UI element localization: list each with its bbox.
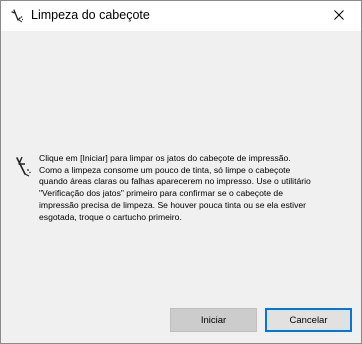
cancel-button[interactable]: Cancelar (265, 308, 352, 332)
dialog-content: Clique em [Iniciar] para limpar os jatos… (1, 31, 361, 343)
start-button[interactable]: Iniciar (170, 308, 257, 332)
instruction-text: Clique em [Iniciar] para limpar os jatos… (39, 153, 344, 223)
instruction-line: esgotada, troque o cartucho primeiro. (39, 211, 182, 222)
instruction-line: Clique em [Iniciar] para limpar os jatos… (39, 153, 291, 163)
printer-head-icon (9, 8, 25, 24)
instruction-line: Como a limpeza consome um pouco de tinta… (39, 164, 291, 175)
close-icon (334, 7, 344, 25)
head-cleaning-dialog: Limpeza do cabeçote Clique em [Iniciar] … (0, 0, 362, 344)
instruction-line: impressão precisa de limpeza. Se houver … (39, 199, 307, 210)
instruction-line: "Verificação dos jatos" primeiro para co… (39, 188, 283, 199)
nozzle-clean-icon (13, 155, 33, 177)
instruction-line: quando áreas claras ou falhas aparecerem… (39, 176, 311, 187)
close-button[interactable] (317, 1, 361, 31)
title-bar[interactable]: Limpeza do cabeçote (1, 1, 361, 31)
window-title: Limpeza do cabeçote (31, 8, 150, 22)
